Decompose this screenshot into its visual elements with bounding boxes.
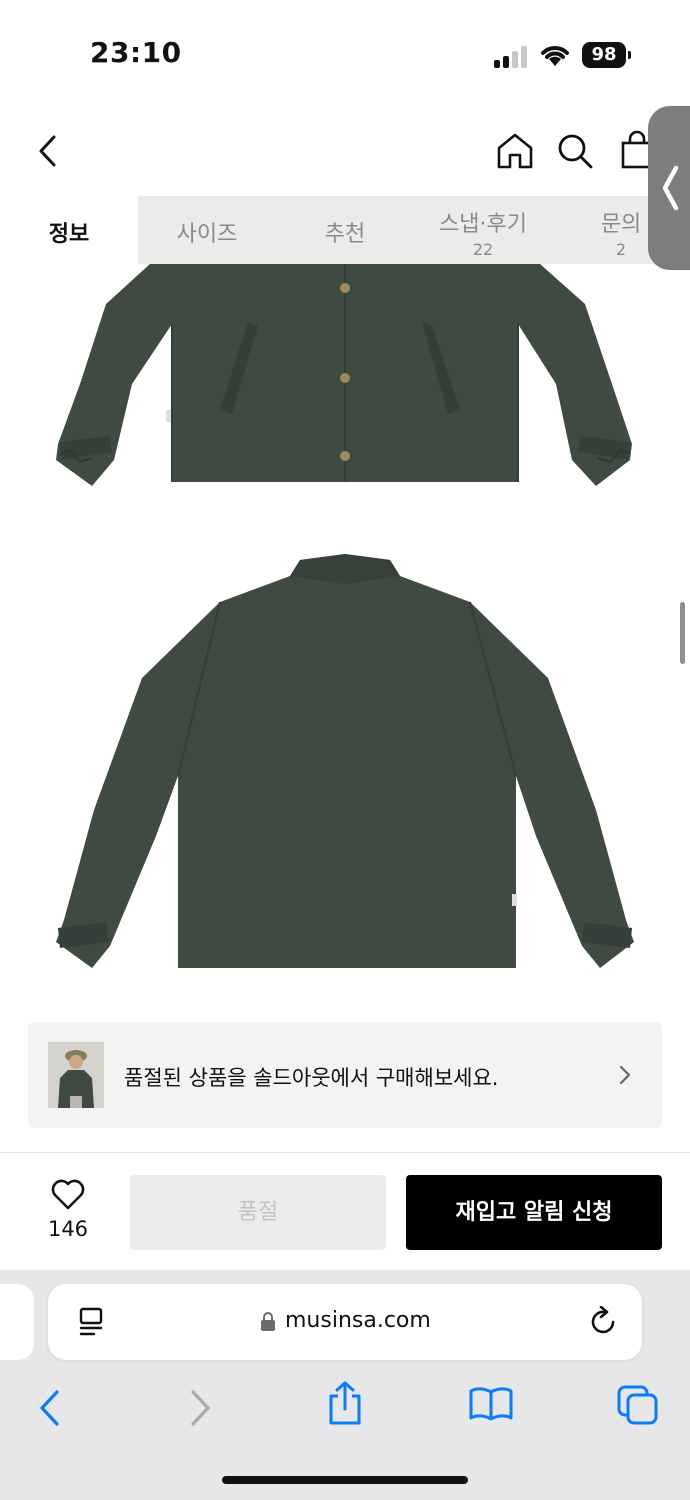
like-count: 146 [47,1217,89,1241]
status-time: 23:10 [90,36,182,69]
back-icon[interactable] [36,134,60,168]
browser-toolbar [0,1380,690,1440]
bookmarks-icon[interactable] [468,1386,514,1422]
tab-snap-review[interactable]: 스냅·후기 22 [414,196,552,264]
heart-icon [51,1179,85,1210]
like-button[interactable]: 146 [40,1179,96,1249]
chevron-left-icon [662,165,679,211]
address-bar[interactable]: musinsa.com [48,1284,642,1360]
detail-tab-bar: 정보 사이즈 추천 스냅·후기 22 문의 2 [0,196,690,264]
status-bar: 23:10 98 [0,0,690,100]
tab-label: 사이즈 [176,222,238,247]
url-text: musinsa.com [285,1308,431,1333]
reload-icon[interactable] [590,1306,618,1336]
page-menu-icon[interactable] [78,1306,104,1338]
browser-forward-icon[interactable] [188,1388,214,1428]
tabs-icon[interactable] [616,1384,660,1426]
soldout-banner-text: 품절된 상품을 솔드아웃에서 구매해보세요. [124,1066,499,1090]
restock-alert-button[interactable]: 재입고 알림 신청 [406,1175,662,1250]
share-icon[interactable] [326,1380,364,1426]
search-icon[interactable] [556,132,594,170]
scroll-indicator[interactable] [680,602,685,664]
home-indicator [222,1476,468,1484]
tab-label: 정보 [48,222,90,247]
product-image-back [56,554,634,968]
side-panel-handle[interactable] [648,106,690,270]
wifi-icon [541,46,569,66]
tab-recommend[interactable]: 추천 [276,196,414,264]
home-icon[interactable] [496,132,534,170]
purchase-action-bar: 146 품절 재입고 알림 신청 [0,1152,690,1270]
tab-size[interactable]: 사이즈 [138,196,276,264]
previous-tab-preview[interactable] [0,1284,34,1360]
tab-label: 추천 [324,222,366,247]
nav-header [0,100,690,196]
chevron-right-icon [619,1065,631,1085]
product-image-front [56,264,632,486]
tab-label: 스냅·후기 [439,212,527,237]
battery-indicator: 98 [582,42,631,68]
soldout-button[interactable]: 품절 [130,1175,386,1250]
browser-chrome: musinsa.com [0,1270,690,1500]
lock-icon [261,1312,275,1331]
tab-count: 22 [472,240,494,259]
tab-info[interactable]: 정보 [0,196,138,264]
soldout-banner[interactable]: 품절된 상품을 솔드아웃에서 구매해보세요. [28,1022,662,1128]
soldout-thumbnail [48,1042,104,1108]
cellular-signal-icon [494,46,528,68]
browser-back-icon[interactable] [36,1388,62,1428]
